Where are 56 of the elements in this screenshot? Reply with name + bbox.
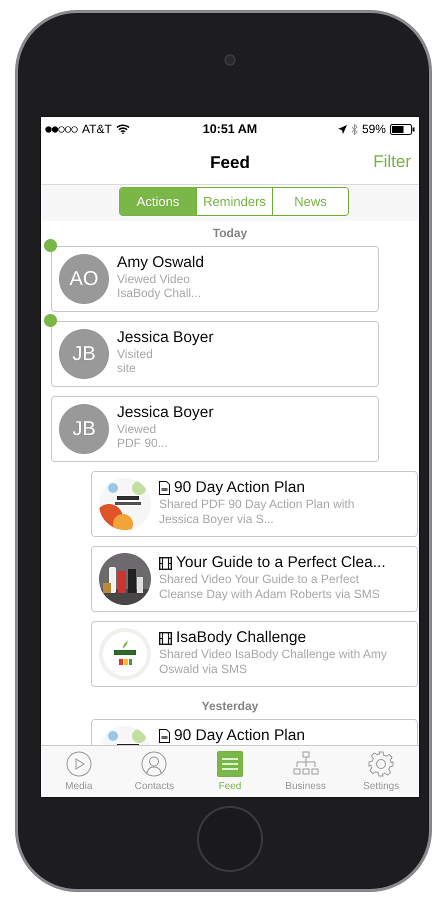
activity-card[interactable]: JB Jessica Boyer Viewed PDF 90...: [51, 396, 379, 462]
share-title: Your Guide to a Perfect Clea...: [176, 554, 386, 572]
film-icon: [159, 556, 172, 570]
status-time: 10:51 AM: [202, 122, 258, 136]
activity-text: Viewed Video: [117, 272, 191, 286]
camera-icon: [224, 54, 236, 66]
bluetooth-icon: [350, 124, 358, 134]
share-description: Shared Video IsaBody Challenge with Amy Oswald via SMS: [159, 647, 388, 677]
tab-bar-item[interactable]: Feed: [192, 746, 268, 797]
avatar: JB: [59, 329, 109, 379]
carrier-name: AT&T: [82, 122, 112, 136]
contact-name: Jessica Boyer: [117, 404, 214, 422]
tab-bar-item[interactable]: Contacts: [116, 746, 192, 797]
battery-icon: [390, 124, 415, 134]
share-title: 90 Day Action Plan: [174, 479, 305, 497]
play-icon: [66, 751, 92, 777]
share-title: IsaBody Challenge: [176, 629, 306, 647]
share-card[interactable]: 90 Day Action Plan: [91, 719, 418, 745]
segment-tab[interactable]: Reminders: [196, 188, 272, 215]
activity-text: site: [117, 361, 137, 375]
wifi-icon: [116, 124, 130, 134]
document-icon: [159, 481, 170, 495]
share-description: Shared PDF 90 Day Action Plan with Jessica Boyer via S...: [159, 497, 356, 527]
section-header: Today: [212, 226, 248, 240]
avatar: JB: [59, 404, 109, 454]
share-card[interactable]: 90 Day Action Plan Shared PDF 90 Day Action Plan with Jessica Boyer via S...: [91, 471, 418, 537]
share-description: Shared Video Your Guide to a Perfect Cleanse Day with Adam Roberts via SMS: [159, 572, 381, 602]
activity-text: Viewed: [117, 422, 158, 436]
activity-card[interactable]: JB Jessica Boyer Visited site: [51, 321, 379, 387]
share-card[interactable]: IsaBody Challenge Shared Video IsaBody Challenge with Amy Oswald via SMS: [91, 621, 418, 687]
section-header: Yesterday: [202, 699, 258, 713]
share-card[interactable]: Your Guide to a Perfect Clea... Shared Video Your Guide to a Perfect Cleanse Day with Adam Roberts via SMS: [91, 546, 418, 612]
menu-icon: [216, 751, 243, 777]
tab-bar-item[interactable]: Settings: [343, 746, 419, 797]
film-icon: [159, 632, 172, 644]
tab-bar-item[interactable]: Media: [41, 746, 117, 797]
hierarchy-icon: [292, 751, 319, 777]
person-icon: [141, 751, 168, 777]
document-icon: [159, 729, 170, 743]
filter-button[interactable]: Filter: [371, 150, 413, 174]
activity-text: PDF 90...: [117, 436, 169, 450]
tab-bar-item[interactable]: Business: [268, 746, 344, 797]
activity-text: Visited: [117, 347, 154, 361]
segment-tab[interactable]: News: [272, 188, 348, 215]
battery-percent: 59%: [362, 122, 386, 136]
activity-text: IsaBody Chall...: [117, 286, 202, 300]
contact-name: Jessica Boyer: [117, 329, 214, 347]
activity-card[interactable]: AO Amy Oswald Viewed Video IsaBody Chall...: [51, 246, 379, 312]
share-title: 90 Day Action Plan: [174, 727, 305, 745]
settings-icon: [368, 751, 394, 777]
screen-title: Feed: [210, 152, 250, 172]
avatar: AO: [59, 254, 109, 304]
segment-tab[interactable]: Actions: [120, 188, 196, 215]
contact-name: Amy Oswald: [117, 254, 204, 272]
signal-icon: [45, 126, 78, 132]
location-icon: [338, 124, 347, 134]
